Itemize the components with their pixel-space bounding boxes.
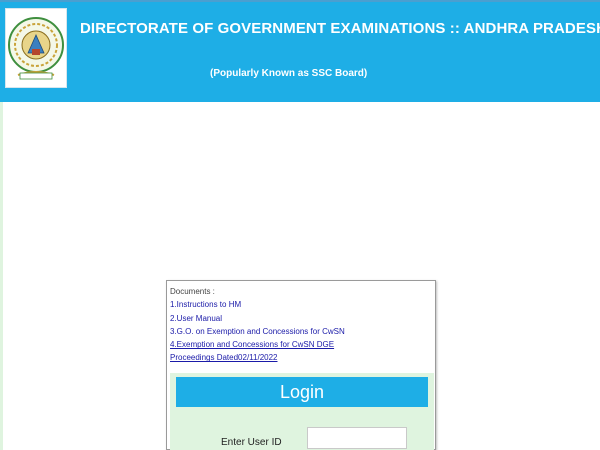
login-heading: Login [176,377,428,407]
doc-link-proceedings[interactable]: Proceedings Dated02/11/2022 [170,351,435,364]
user-id-input[interactable] [307,427,407,449]
doc-link-exemption-dge[interactable]: 4.Exemption and Concessions for CwSN DGE [170,338,435,351]
page-title: DIRECTORATE OF GOVERNMENT EXAMINATIONS :… [80,20,600,37]
documents-title: Documents : [170,287,215,296]
doc-link-go-exemption[interactable]: 3.G.O. on Exemption and Concessions for … [170,325,435,338]
page-header: DIRECTORATE OF GOVERNMENT EXAMINATIONS :… [0,0,600,102]
andhra-pradesh-emblem-icon [5,8,67,88]
user-id-label: Enter User ID [221,437,282,448]
page-subtitle: (Popularly Known as SSC Board) [210,68,368,79]
login-box: Login Enter User ID [170,373,434,450]
doc-link-instructions[interactable]: 1.Instructions to HM [170,298,435,311]
documents-list: Documents : 1.Instructions to HM 2.User … [167,281,435,365]
doc-link-user-manual[interactable]: 2.User Manual [170,312,435,325]
login-panel: Documents : 1.Instructions to HM 2.User … [166,280,436,450]
